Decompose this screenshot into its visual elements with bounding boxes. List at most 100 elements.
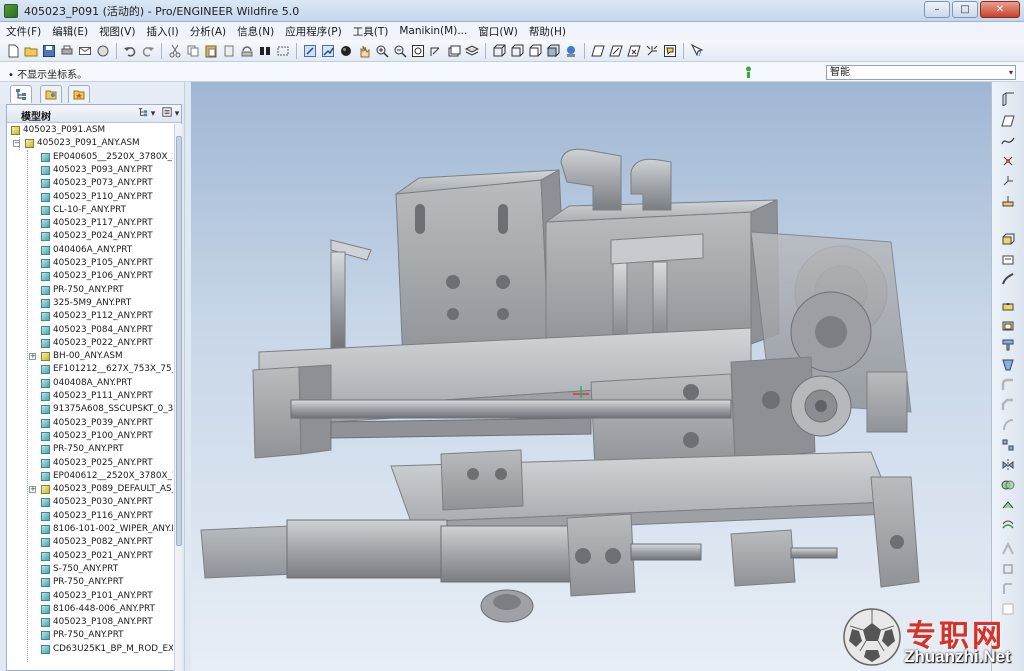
tree-item-part[interactable]: 8106-101-002_WIPER_ANY.PR	[7, 523, 173, 536]
repaint-icon[interactable]	[303, 44, 317, 58]
save-icon[interactable]	[42, 44, 56, 58]
tree-item-part[interactable]: 405023_P111_ANY.PRT	[7, 390, 173, 403]
sweep-icon[interactable]	[1001, 272, 1015, 286]
tree-item-part[interactable]: 405023_P025_ANY.PRT	[7, 457, 173, 470]
tree-item-part[interactable]: 405023_P100_ANY.PRT	[7, 430, 173, 443]
mirror-icon[interactable]	[1001, 458, 1015, 472]
menu-info[interactable]: 信息(N)	[237, 24, 274, 39]
selection-filter-dropdown[interactable]: 智能 ▾	[826, 65, 1016, 80]
close-button[interactable]: ✕	[980, 1, 1020, 18]
menu-window[interactable]: 窗口(W)	[478, 24, 518, 39]
shaded-icon[interactable]	[546, 44, 560, 58]
merge-icon[interactable]	[1001, 478, 1015, 492]
tree-item-part[interactable]: CL-10-F_ANY.PRT	[7, 204, 173, 217]
panel-sash[interactable]	[184, 82, 191, 671]
hole-icon[interactable]	[1001, 298, 1015, 312]
paste-icon[interactable]	[204, 44, 218, 58]
minimize-button[interactable]: –	[924, 1, 950, 18]
tab-favorites[interactable]	[68, 85, 90, 103]
datum-points-icon[interactable]	[627, 44, 641, 58]
datum-planes-icon[interactable]	[591, 44, 605, 58]
expand-icon[interactable]: +	[29, 486, 36, 494]
tree-item-part[interactable]: PR-750_ANY.PRT	[7, 284, 173, 297]
email-icon[interactable]	[78, 44, 92, 58]
tree-item-part[interactable]: 405023_P093_ANY.PRT	[7, 164, 173, 177]
tree-item-part[interactable]: 405023_P101_ANY.PRT	[7, 590, 173, 603]
blend-icon[interactable]	[1001, 418, 1015, 432]
draft-icon[interactable]	[1001, 358, 1015, 372]
tree-item-part[interactable]: 91375A608_SSCUPSKT_0_3125	[7, 403, 173, 416]
paste-special-icon[interactable]	[222, 44, 236, 58]
saved-views-icon[interactable]	[447, 44, 461, 58]
tree-item-part[interactable]: 325-5M9_ANY.PRT	[7, 297, 173, 310]
tree-item-part[interactable]: 040408A_ANY.PRT	[7, 377, 173, 390]
tree-item-part[interactable]: 405023_P082_ANY.PRT	[7, 536, 173, 549]
tree-item-part[interactable]: 405023_P112_ANY.PRT	[7, 310, 173, 323]
refit-icon[interactable]	[411, 44, 425, 58]
tree-item-part[interactable]: 405023_P073_ANY.PRT	[7, 177, 173, 190]
thicken-icon[interactable]	[1001, 542, 1015, 556]
tree-item-part[interactable]: PR-750_ANY.PRT	[7, 443, 173, 456]
tree-item-part[interactable]: 8106-448-006_ANY.PRT	[7, 603, 173, 616]
tree-item-part[interactable]: CD63U25K1_BP_M_ROD_EXTE	[7, 643, 173, 656]
menu-analysis[interactable]: 分析(A)	[190, 24, 226, 39]
tree-item-part[interactable]: 405023_P039_ANY.PRT	[7, 417, 173, 430]
tree-item-assembly[interactable]: + BH-00_ANY.ASM	[7, 350, 173, 363]
tree-item-assembly[interactable]: − 405023_P091_ANY.ASM	[7, 137, 173, 150]
menu-manikin[interactable]: Manikin(M)...	[399, 25, 467, 37]
tree-item-assembly[interactable]: +405023_P089_DEFAULT_AS_MA	[7, 483, 173, 496]
zoom-in-icon[interactable]	[375, 44, 389, 58]
zoom-out-icon[interactable]	[393, 44, 407, 58]
tree-item-part[interactable]: 405023_P024_ANY.PRT	[7, 230, 173, 243]
select-box-icon[interactable]	[276, 44, 290, 58]
tree-item-part[interactable]: 405023_P106_ANY.PRT	[7, 270, 173, 283]
tree-item-part[interactable]: 405023_P110_ANY.PRT	[7, 191, 173, 204]
datum-plane-icon[interactable]	[1001, 92, 1015, 106]
enhanced-realism-icon[interactable]	[564, 44, 578, 58]
menu-tools[interactable]: 工具(T)	[353, 24, 389, 39]
settings-menu-chevron[interactable]: ▾	[169, 107, 185, 121]
reorient-icon[interactable]	[429, 44, 443, 58]
datum-axes-icon[interactable]	[609, 44, 623, 58]
tree-item-assembly[interactable]: 405023_P091.ASM	[7, 124, 173, 137]
solidify-icon[interactable]	[1001, 562, 1015, 576]
menu-applications[interactable]: 应用程序(P)	[285, 24, 342, 39]
tree-item-part[interactable]: 405023_P030_ANY.PRT	[7, 496, 173, 509]
menu-file[interactable]: 文件(F)	[6, 24, 41, 39]
print-icon[interactable]	[60, 44, 74, 58]
tree-item-part[interactable]: 405023_P117_ANY.PRT	[7, 217, 173, 230]
tab-model-tree[interactable]	[10, 85, 32, 103]
context-help-icon[interactable]: ?	[690, 43, 704, 58]
model-tree-scrollbar[interactable]	[174, 124, 182, 671]
tree-item-part[interactable]: EP040605__2520X_3780X_313_	[7, 151, 173, 164]
datum-point-icon[interactable]	[1001, 154, 1015, 168]
tree-item-part[interactable]: EP040612__2520X_3780X_750_	[7, 470, 173, 483]
shading-sphere-icon[interactable]	[339, 44, 353, 58]
tree-item-part[interactable]: 405023_P105_ANY.PRT	[7, 257, 173, 270]
sketch-plane-icon[interactable]	[1001, 114, 1015, 128]
offset-icon[interactable]	[1001, 518, 1015, 532]
regenerate-icon[interactable]	[240, 44, 254, 58]
menu-edit[interactable]: 编辑(E)	[52, 24, 88, 39]
shell-icon[interactable]	[1001, 318, 1015, 332]
redo-icon[interactable]	[141, 44, 155, 58]
expand-icon[interactable]: +	[29, 353, 36, 361]
csys-icon[interactable]	[645, 44, 659, 58]
layers-icon[interactable]	[465, 44, 479, 58]
hidden-line-icon[interactable]	[510, 44, 524, 58]
collapse-icon[interactable]: −	[13, 140, 20, 148]
rib-icon[interactable]	[1001, 338, 1015, 352]
wireframe-icon[interactable]	[492, 44, 506, 58]
tree-item-part[interactable]: 405023_P116_ANY.PRT	[7, 510, 173, 523]
analysis-icon[interactable]	[1001, 194, 1015, 208]
csys-tool-icon[interactable]	[1001, 174, 1015, 188]
tree-item-part[interactable]: 405023_P022_ANY.PRT	[7, 337, 173, 350]
tree-item-part[interactable]: 405023_P084_ANY.PRT	[7, 324, 173, 337]
undo-icon[interactable]	[123, 44, 137, 58]
extend-icon[interactable]	[1001, 498, 1015, 512]
no-hidden-icon[interactable]	[528, 44, 542, 58]
pan-hand-icon[interactable]	[357, 44, 371, 58]
new-icon[interactable]	[6, 44, 20, 58]
scrollbar-thumb[interactable]	[176, 136, 182, 546]
revolve-icon[interactable]	[1001, 252, 1015, 266]
